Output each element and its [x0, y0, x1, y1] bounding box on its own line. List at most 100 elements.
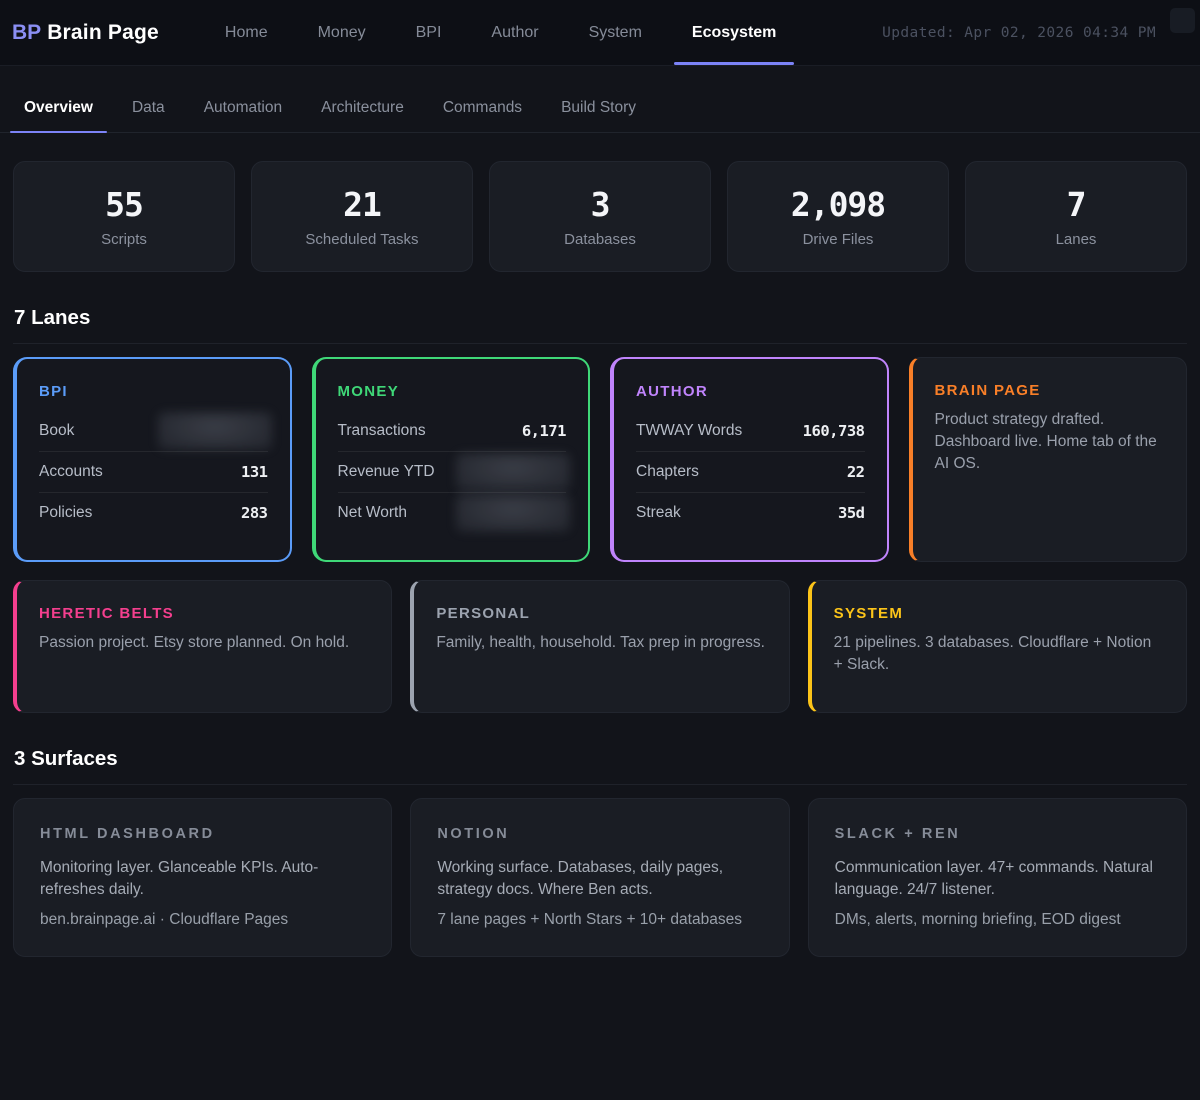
header-corner-chip — [1170, 8, 1195, 33]
lane-description: Family, health, household. Tax prep in p… — [436, 632, 766, 654]
app-logo[interactable]: BP Brain Page — [12, 21, 159, 45]
stat-label: Scheduled Tasks — [305, 231, 418, 248]
stat-label: Scripts — [101, 231, 147, 248]
stat-card-lanes: 7 Lanes — [965, 161, 1187, 272]
tab-overview[interactable]: Overview — [10, 86, 107, 132]
nav-item-system[interactable]: System — [571, 0, 660, 65]
stat-value: 55 — [105, 185, 143, 224]
metric-label: Net Worth — [338, 504, 408, 522]
metric-row: Revenue YTD — [338, 451, 567, 492]
stat-card-scheduled-tasks: 21 Scheduled Tasks — [251, 161, 473, 272]
nav-item-home[interactable]: Home — [207, 0, 286, 65]
lane-card-bpi: BPI Book Accounts 131 Policies 283 — [13, 357, 292, 562]
metric-row: TWWAY Words 160,738 — [636, 410, 865, 451]
stat-label: Lanes — [1056, 231, 1097, 248]
redacted-value — [456, 494, 570, 532]
metric-label: TWWAY Words — [636, 422, 742, 440]
lane-card-brain-page: BRAIN PAGE Product strategy drafted. Dash… — [909, 357, 1188, 562]
lane-title: SYSTEM — [834, 605, 1164, 622]
metric-label: Accounts — [39, 463, 103, 481]
stat-card-drive-files: 2,098 Drive Files — [727, 161, 949, 272]
surface-description: Working surface. Databases, daily pages,… — [437, 857, 762, 901]
lanes-row-1: BPI Book Accounts 131 Policies 283 MONEY Transa… — [13, 357, 1187, 562]
metric-value: 22 — [847, 463, 865, 481]
lane-title: PERSONAL — [436, 605, 766, 622]
tab-architecture[interactable]: Architecture — [307, 86, 418, 132]
surfaces-grid: HTML DASHBOARD Monitoring layer. Glanceab… — [13, 798, 1187, 957]
stat-value: 2,098 — [791, 185, 885, 224]
tab-commands[interactable]: Commands — [429, 86, 536, 132]
tab-automation[interactable]: Automation — [190, 86, 296, 132]
lane-title: HERETIC BELTS — [39, 605, 369, 622]
surface-description: Monitoring layer. Glanceable KPIs. Auto-… — [40, 857, 365, 901]
logo-badge: BP — [12, 21, 41, 45]
metric-row: Transactions 6,171 — [338, 410, 567, 451]
metric-value: 6,171 — [522, 422, 566, 440]
subnav: OverviewDataAutomationArchitectureComman… — [0, 86, 1200, 133]
redacted-value — [158, 412, 272, 450]
nav-item-money[interactable]: Money — [300, 0, 384, 65]
metric-label: Book — [39, 422, 74, 440]
stat-card-scripts: 55 Scripts — [13, 161, 235, 272]
metric-row: Streak 35d — [636, 492, 865, 533]
nav-item-bpi[interactable]: BPI — [398, 0, 460, 65]
surface-meta: DMs, alerts, morning briefing, EOD diges… — [835, 911, 1160, 929]
lane-card-personal: PERSONAL Family, health, household. Tax p… — [410, 580, 789, 713]
stat-value: 7 — [1067, 185, 1086, 224]
main-nav: HomeMoneyBPIAuthorSystemEcosystem — [207, 0, 795, 65]
tab-data[interactable]: Data — [118, 86, 179, 132]
metric-row: Policies 283 — [39, 492, 268, 533]
main-content: 55 Scripts 21 Scheduled Tasks 3 Databases 2,09… — [0, 161, 1200, 957]
lanes-divider — [13, 343, 1187, 344]
app-header: BP Brain Page HomeMoneyBPIAuthorSystemEc… — [0, 0, 1200, 66]
stat-label: Databases — [564, 231, 636, 248]
metric-label: Streak — [636, 504, 681, 522]
metric-row: Accounts 131 — [39, 451, 268, 492]
surface-meta: 7 lane pages + North Stars + 10+ databas… — [437, 911, 762, 929]
metric-label: Revenue YTD — [338, 463, 435, 481]
metric-label: Transactions — [338, 422, 426, 440]
surface-title: SLACK + REN — [835, 826, 1160, 842]
nav-item-author[interactable]: Author — [473, 0, 556, 65]
stats-grid: 55 Scripts 21 Scheduled Tasks 3 Databases 2,09… — [13, 161, 1187, 272]
surface-title: NOTION — [437, 826, 762, 842]
surface-meta: ben.brainpage.ai · Cloudflare Pages — [40, 911, 365, 929]
lane-title: BRAIN PAGE — [935, 382, 1165, 399]
metric-value: 131 — [241, 463, 268, 481]
nav-item-ecosystem[interactable]: Ecosystem — [674, 0, 795, 65]
lane-description: Passion project. Etsy store planned. On … — [39, 632, 369, 654]
lane-title: BPI — [39, 383, 268, 400]
metric-row: Net Worth — [338, 492, 567, 533]
stat-label: Drive Files — [803, 231, 874, 248]
stat-card-databases: 3 Databases — [489, 161, 711, 272]
surface-card-notion: NOTION Working surface. Databases, daily … — [410, 798, 789, 957]
lanes-row-2: HERETIC BELTS Passion project. Etsy store… — [13, 580, 1187, 713]
lane-description: Product strategy drafted. Dashboard live… — [935, 409, 1165, 475]
lane-description: 21 pipelines. 3 databases. Cloudflare + … — [834, 632, 1164, 676]
stat-value: 3 — [591, 185, 610, 224]
surfaces-heading: 3 Surfaces — [14, 747, 1187, 771]
redacted-value — [456, 453, 570, 491]
lane-title: AUTHOR — [636, 383, 865, 400]
surface-description: Communication layer. 47+ commands. Natur… — [835, 857, 1160, 901]
metric-value: 160,738 — [803, 422, 865, 440]
metric-row: Chapters 22 — [636, 451, 865, 492]
surfaces-divider — [13, 784, 1187, 785]
lanes-heading: 7 Lanes — [14, 306, 1187, 330]
metric-row: Book — [39, 410, 268, 451]
lane-title: MONEY — [338, 383, 567, 400]
surface-title: HTML DASHBOARD — [40, 826, 365, 842]
metric-label: Policies — [39, 504, 92, 522]
stat-value: 21 — [343, 185, 381, 224]
surface-card-slack-ren: SLACK + REN Communication layer. 47+ comm… — [808, 798, 1187, 957]
metric-value: 35d — [838, 504, 865, 522]
tab-build-story[interactable]: Build Story — [547, 86, 650, 132]
logo-text: Brain Page — [47, 21, 159, 45]
updated-timestamp: Updated: Apr 02, 2026 04:34 PM — [882, 25, 1156, 41]
lane-card-money: MONEY Transactions 6,171 Revenue YTD Net Wor… — [312, 357, 591, 562]
metric-label: Chapters — [636, 463, 699, 481]
metric-value: 283 — [241, 504, 268, 522]
lane-card-heretic-belts: HERETIC BELTS Passion project. Etsy store… — [13, 580, 392, 713]
lane-card-author: AUTHOR TWWAY Words 160,738 Chapters 22 Streak… — [610, 357, 889, 562]
surface-card-html-dashboard: HTML DASHBOARD Monitoring layer. Glanceab… — [13, 798, 392, 957]
